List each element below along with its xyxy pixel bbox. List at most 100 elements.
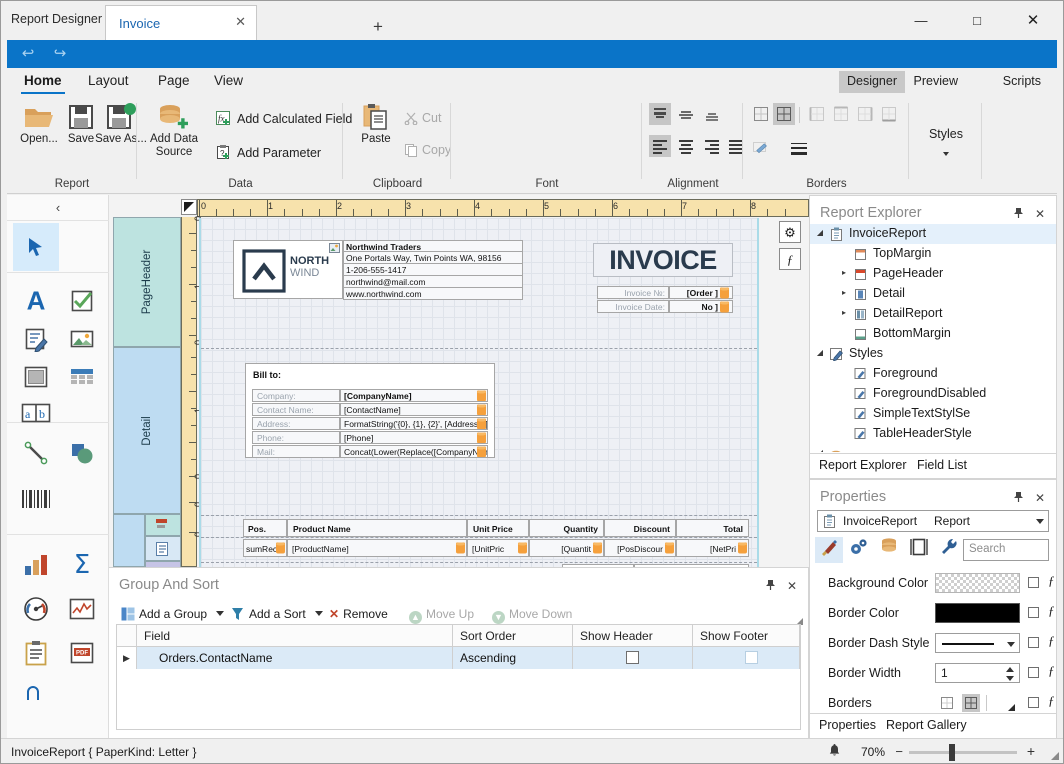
minimize-icon[interactable]: — bbox=[901, 9, 941, 33]
document-tab-invoice[interactable]: Invoice ✕ bbox=[105, 5, 257, 40]
company-row-1[interactable]: One Portals Way, Twin Points WA, 98156 bbox=[343, 252, 523, 264]
border-width-button[interactable] bbox=[788, 137, 810, 159]
chevron-down-icon[interactable] bbox=[315, 611, 324, 616]
chevron-down-icon[interactable] bbox=[943, 152, 949, 156]
expression-icon[interactable]: ƒ bbox=[1048, 633, 1055, 649]
tree-node-detailreport[interactable]: ▸ DetailReport bbox=[810, 304, 1056, 324]
tool-barcode[interactable] bbox=[13, 475, 59, 523]
bill-to-row-mail[interactable]: Mail: Concat(Lower(Replace([CompanyName bbox=[252, 445, 488, 458]
ruler-corner-button[interactable] bbox=[181, 199, 197, 215]
tree-node-bottommargin[interactable]: BottomMargin bbox=[810, 324, 1056, 344]
dock-tab-report-explorer[interactable]: Report Explorer bbox=[810, 454, 917, 478]
move-down-button[interactable]: ▼ Move Down bbox=[492, 607, 572, 624]
expression-icon[interactable]: ƒ bbox=[1048, 573, 1055, 589]
bill-to-row-phone[interactable]: Phone: [Phone] bbox=[252, 431, 488, 444]
undo-icon[interactable]: ↩ bbox=[15, 45, 41, 63]
table-header-unitprice[interactable]: Unit Price bbox=[467, 519, 529, 537]
expression-icon[interactable]: ƒ bbox=[1048, 663, 1055, 679]
border-width-spinner[interactable]: 1 bbox=[935, 663, 1020, 683]
expression-icon[interactable]: ƒ bbox=[1048, 603, 1055, 619]
spinner-up-icon[interactable] bbox=[1006, 667, 1014, 672]
row-show-footer-cell[interactable] bbox=[693, 647, 800, 669]
pin-icon[interactable] bbox=[1013, 207, 1024, 222]
tree-node-detail[interactable]: ▸ Detail bbox=[810, 284, 1056, 304]
close-panel-icon[interactable]: ✕ bbox=[1035, 207, 1045, 221]
view-mode-preview[interactable]: Preview bbox=[906, 71, 966, 93]
tool-subreport[interactable] bbox=[13, 669, 59, 717]
bill-to-value-company[interactable]: [CompanyName] bbox=[340, 389, 488, 402]
notifications-bell-icon[interactable] bbox=[828, 743, 841, 760]
cell-quantity[interactable]: [Quantit bbox=[529, 539, 604, 557]
border-none-button[interactable] bbox=[750, 103, 772, 125]
ribbon-tab-layout[interactable]: Layout bbox=[85, 73, 132, 88]
invoice-number-value[interactable]: [Order ] bbox=[669, 286, 733, 299]
view-mode-scripts[interactable]: Scripts bbox=[995, 71, 1049, 93]
paste-button[interactable]: Paste bbox=[350, 103, 402, 146]
border-color-button[interactable] bbox=[750, 137, 772, 159]
maximize-icon[interactable]: □ bbox=[957, 9, 997, 33]
bill-to-row-contact[interactable]: Contact Name: [ContactName] bbox=[252, 403, 488, 416]
cell-pos[interactable]: sumRec bbox=[243, 539, 287, 557]
tool-sparkline[interactable] bbox=[59, 585, 105, 633]
band-page-header[interactable]: PageHeader bbox=[113, 217, 181, 347]
pin-icon[interactable] bbox=[765, 579, 776, 594]
border-all-button[interactable] bbox=[773, 103, 795, 125]
bill-to-value-address[interactable]: FormatString('{0}, {1}, {2}', [Address],… bbox=[340, 417, 488, 430]
cell-total[interactable]: [NetPri bbox=[676, 539, 749, 557]
tree-node-foregrounddisabled[interactable]: ForegroundDisabled bbox=[810, 384, 1056, 404]
property-override-checkbox[interactable] bbox=[1028, 697, 1039, 708]
band-sub-left[interactable] bbox=[113, 514, 145, 567]
table-header-product[interactable]: Product Name bbox=[287, 519, 467, 537]
cell-discount[interactable]: [PosDiscour bbox=[604, 539, 676, 557]
border-bottom-button[interactable] bbox=[878, 103, 900, 125]
close-panel-icon[interactable]: ✕ bbox=[1035, 491, 1045, 505]
expand-borders-icon[interactable] bbox=[1008, 704, 1015, 711]
misc-icon[interactable] bbox=[935, 537, 963, 563]
align-right-button[interactable] bbox=[701, 135, 723, 157]
tool-chart[interactable] bbox=[13, 541, 59, 589]
bill-to-panel[interactable]: Bill to: Company: [CompanyName] Contact … bbox=[245, 363, 495, 458]
dock-tab-field-list[interactable]: Field List bbox=[908, 454, 977, 478]
band-detail[interactable]: Detail bbox=[113, 347, 181, 514]
company-row-2[interactable]: 1-206-555-1417 bbox=[343, 264, 523, 276]
expander-icon[interactable]: ◢ bbox=[814, 348, 826, 357]
group-and-sort-grid[interactable]: Field Sort Order Show Header Show Footer… bbox=[116, 624, 801, 730]
tool-pdf-content[interactable]: PDF bbox=[59, 629, 105, 677]
table-header-discount[interactable]: Discount bbox=[604, 519, 676, 537]
close-panel-icon[interactable]: ✕ bbox=[787, 579, 797, 593]
table-header-total[interactable]: Total bbox=[676, 519, 749, 537]
new-tab-icon[interactable]: + bbox=[373, 17, 383, 37]
expander-icon[interactable]: ◢ bbox=[814, 228, 826, 237]
company-row-0[interactable]: Northwind Traders bbox=[343, 240, 523, 252]
tool-gauge[interactable] bbox=[13, 585, 59, 633]
border-left-button[interactable] bbox=[806, 103, 828, 125]
align-left-button[interactable] bbox=[649, 135, 671, 157]
tree-node-partial[interactable]: ◢ bbox=[810, 444, 1056, 452]
band-sub-header[interactable] bbox=[145, 514, 181, 536]
tool-shape[interactable] bbox=[59, 429, 105, 477]
expression-editor-icon[interactable]: ƒ bbox=[779, 248, 801, 270]
pin-icon[interactable] bbox=[1013, 491, 1024, 506]
collapse-toolbox-button[interactable]: ‹ bbox=[7, 195, 109, 221]
bill-to-row-company[interactable]: Company: [CompanyName] bbox=[252, 389, 488, 402]
smart-tag-gear-icon[interactable]: ⚙ bbox=[779, 221, 801, 243]
bill-to-value-mail[interactable]: Concat(Lower(Replace([CompanyName bbox=[340, 445, 488, 458]
cell-unit-price[interactable]: [UnitPric bbox=[467, 539, 529, 557]
border-color-swatch[interactable] bbox=[935, 603, 1020, 623]
cut-button[interactable]: Cut bbox=[404, 111, 441, 126]
show-header-checkbox[interactable] bbox=[626, 651, 639, 664]
styles-button[interactable]: Styles bbox=[910, 127, 982, 141]
expression-icon[interactable]: ƒ bbox=[1048, 693, 1055, 709]
company-row-3[interactable]: northwind@mail.com bbox=[343, 276, 523, 288]
band-sub-detail[interactable] bbox=[145, 536, 181, 561]
dock-tab-properties[interactable]: Properties bbox=[810, 714, 886, 738]
grid-header-field[interactable]: Field bbox=[137, 625, 453, 646]
add-a-group-button[interactable]: Add a Group bbox=[121, 607, 225, 621]
show-footer-checkbox[interactable] bbox=[745, 651, 758, 664]
close-tab-icon[interactable]: ✕ bbox=[235, 14, 246, 30]
invoice-number-row[interactable]: Invoice №: [Order ] bbox=[597, 286, 733, 299]
grid-header-sort-order[interactable]: Sort Order bbox=[453, 625, 573, 646]
align-center-button[interactable] bbox=[675, 135, 697, 157]
tree-node-invoicereport[interactable]: ◢ InvoiceReport bbox=[810, 224, 1056, 244]
row-show-header-cell[interactable] bbox=[573, 647, 693, 669]
